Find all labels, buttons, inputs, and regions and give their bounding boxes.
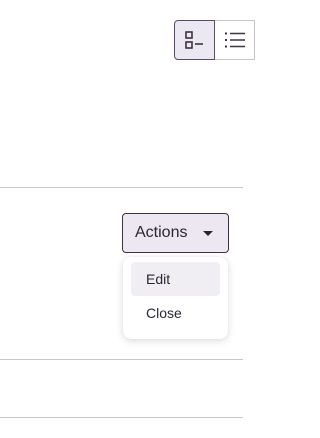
list-icon [225, 32, 245, 48]
divider-bottom [0, 417, 243, 418]
divider-top [0, 187, 243, 188]
grid-list-icon [184, 31, 203, 49]
menu-item-edit[interactable]: Edit [131, 262, 220, 296]
list-view-button[interactable] [215, 20, 255, 60]
view-toggle [174, 20, 255, 60]
caret-down-icon [203, 231, 213, 236]
menu-item-close[interactable]: Close [131, 296, 220, 330]
actions-menu: Edit Close [123, 257, 228, 339]
actions-button-label: Actions [135, 224, 188, 241]
grid-view-button[interactable] [174, 20, 215, 60]
actions-button[interactable]: Actions [122, 213, 229, 253]
divider-middle [0, 359, 243, 360]
